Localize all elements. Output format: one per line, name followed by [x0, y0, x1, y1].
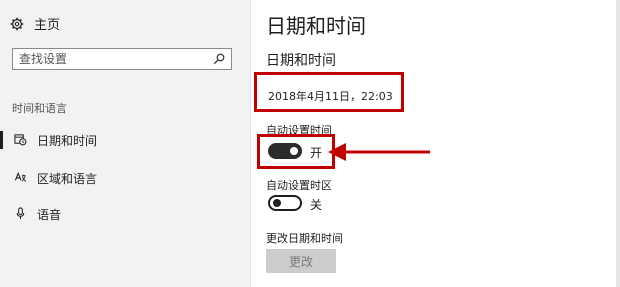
change-datetime-label: 更改日期和时间	[266, 232, 343, 245]
auto-timezone-label: 自动设置时区	[266, 179, 332, 192]
auto-timezone-toggle[interactable]	[268, 195, 302, 211]
calendar-clock-icon	[14, 134, 27, 146]
microphone-icon	[16, 207, 25, 220]
home-link[interactable]: 主页	[10, 14, 60, 33]
sidebar-item-label: 区域和语言	[37, 172, 98, 186]
language-icon	[14, 171, 27, 182]
active-indicator	[0, 131, 3, 149]
search-box[interactable]	[12, 48, 232, 70]
main-content: 日期和时间 日期和时间 2018年4月11日，22:03 自动设置时间 开 自动…	[251, 0, 620, 287]
annotation-arrow-icon	[328, 143, 430, 161]
auto-timezone-state: 关	[310, 198, 323, 212]
sidebar-item-date-time[interactable]: 日期和时间	[0, 127, 250, 153]
page-title: 日期和时间	[266, 14, 366, 38]
change-button[interactable]: 更改	[266, 249, 336, 273]
gear-icon	[10, 17, 24, 30]
search-input[interactable]	[19, 51, 204, 67]
sidebar-item-speech[interactable]: 语音	[0, 201, 250, 227]
toggle-knob	[290, 147, 298, 155]
scrollbar[interactable]	[616, 0, 620, 287]
sidebar: 主页 时间和语言 日期和时间 区域和语言	[0, 0, 250, 287]
toggle-knob	[273, 199, 281, 207]
sidebar-item-label: 日期和时间	[37, 134, 98, 148]
sidebar-item-region-language[interactable]: 区域和语言	[0, 165, 250, 191]
auto-time-state: 开	[310, 146, 323, 160]
section-title: 日期和时间	[266, 53, 336, 69]
auto-time-toggle[interactable]	[268, 143, 302, 159]
section-label: 时间和语言	[12, 102, 67, 115]
sidebar-item-label: 语音	[37, 208, 62, 222]
home-label: 主页	[34, 18, 61, 33]
search-icon[interactable]	[213, 53, 225, 65]
current-datetime: 2018年4月11日，22:03	[268, 90, 393, 103]
